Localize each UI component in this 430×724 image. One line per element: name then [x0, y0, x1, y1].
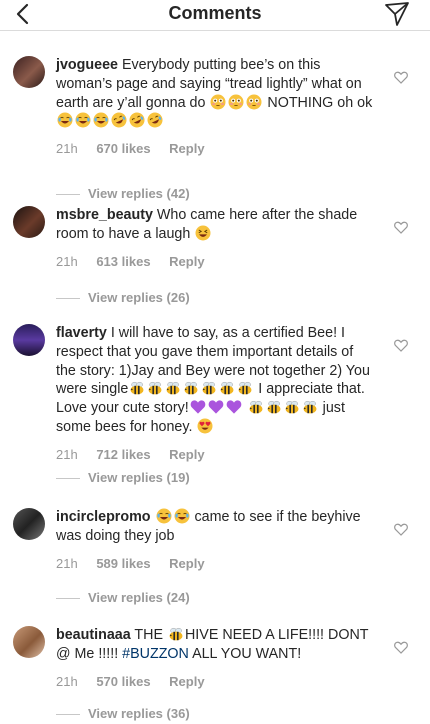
like-heart-icon[interactable]: [394, 339, 408, 352]
purple-heart-emoji-icon: [226, 399, 242, 415]
comment-body: incirclepromo came to see if the beyhive…: [56, 508, 374, 571]
flushed-emoji-icon: [210, 94, 226, 110]
reply-button[interactable]: Reply: [169, 447, 204, 462]
view-replies-label: View replies (42): [88, 186, 190, 201]
likes-count[interactable]: 570 likes: [96, 674, 150, 689]
likes-count[interactable]: 712 likes: [96, 447, 150, 462]
likes-count[interactable]: 613 likes: [96, 254, 150, 269]
flushed-emoji-icon: [228, 94, 244, 110]
direct-message-icon[interactable]: [384, 1, 410, 27]
comment-content: I will have to say, as a certified Bee! …: [56, 325, 370, 435]
avatar[interactable]: [13, 626, 45, 658]
comment-text: beautinaaa THE HIVE NEED A LIFE!!!! DONT…: [56, 626, 374, 664]
bee-emoji-icon: [266, 399, 282, 415]
view-replies-label: View replies (36): [88, 706, 190, 721]
comment-body: flaverty I will have to say, as a certif…: [56, 324, 374, 462]
comment-body: msbre_beauty Who came here after the sha…: [56, 206, 374, 269]
hashtag-link[interactable]: #BUZZON: [122, 646, 189, 662]
comment-username[interactable]: flaverty: [56, 325, 107, 341]
bee-emoji-icon: [284, 399, 300, 415]
rofl-emoji-icon: [147, 112, 163, 128]
page-title: Comments: [168, 3, 262, 23]
joy-emoji-icon: [57, 112, 73, 128]
reply-button[interactable]: Reply: [169, 674, 204, 689]
replies-divider: [56, 194, 80, 195]
view-replies-label: View replies (26): [88, 290, 190, 305]
flushed-emoji-icon: [246, 94, 262, 110]
purple-heart-emoji-icon: [190, 399, 206, 415]
reply-button[interactable]: Reply: [169, 556, 204, 571]
avatar[interactable]: [13, 56, 45, 88]
bee-emoji-icon: [183, 380, 199, 396]
bee-emoji-icon: [201, 380, 217, 396]
likes-count[interactable]: 589 likes: [96, 556, 150, 571]
joy-emoji-icon: [75, 112, 91, 128]
rofl-emoji-icon: [129, 112, 145, 128]
comment-meta: 21h 570 likes Reply: [56, 674, 374, 689]
bee-emoji-icon: [219, 380, 235, 396]
likes-count[interactable]: 670 likes: [96, 141, 150, 156]
comment-username[interactable]: incirclepromo: [56, 509, 151, 525]
like-heart-icon[interactable]: [394, 221, 408, 234]
replies-divider: [56, 478, 80, 479]
comment-text: jvogueee Everybody putting bee’s on this…: [56, 56, 374, 131]
like-heart-icon[interactable]: [394, 641, 408, 654]
rofl-emoji-icon: [111, 112, 127, 128]
bee-emoji-icon: [165, 380, 181, 396]
comment-time: 21h: [56, 446, 78, 462]
bee-emoji-icon: [248, 399, 264, 415]
comment-meta: 21h 589 likes Reply: [56, 556, 374, 571]
comment-time: 21h: [56, 141, 78, 157]
like-heart-icon[interactable]: [394, 71, 408, 84]
bee-emoji-icon: [302, 399, 318, 415]
comment-time: 21h: [56, 253, 78, 269]
comment-time: 21h: [56, 555, 78, 571]
joy-emoji-icon: [156, 508, 172, 524]
comment-text: msbre_beauty Who came here after the sha…: [56, 206, 374, 244]
comment-username[interactable]: jvogueee: [56, 57, 118, 73]
replies-divider: [56, 714, 80, 715]
comment-meta: 21h 670 likes Reply: [56, 141, 374, 156]
comment-time: 21h: [56, 673, 78, 689]
bee-emoji-icon: [129, 380, 145, 396]
comment-meta: 21h 712 likes Reply: [56, 447, 374, 462]
reply-button[interactable]: Reply: [169, 141, 204, 156]
purple-heart-emoji-icon: [208, 399, 224, 415]
replies-divider: [56, 598, 80, 599]
joy-emoji-icon: [174, 508, 190, 524]
comment-body: jvogueee Everybody putting bee’s on this…: [56, 56, 374, 156]
bee-emoji-icon: [168, 626, 184, 642]
heart-eyes-emoji-icon: [197, 418, 213, 434]
view-replies-label: View replies (24): [88, 590, 190, 605]
comment-body: beautinaaa THE HIVE NEED A LIFE!!!! DONT…: [56, 626, 374, 689]
bee-emoji-icon: [147, 380, 163, 396]
comment-meta: 21h 613 likes Reply: [56, 254, 374, 269]
comment-text: flaverty I will have to say, as a certif…: [56, 324, 374, 437]
like-heart-icon[interactable]: [394, 523, 408, 536]
comment-username[interactable]: beautinaaa: [56, 627, 131, 643]
replies-divider: [56, 298, 80, 299]
comment-username[interactable]: msbre_beauty: [56, 207, 153, 223]
bee-emoji-icon: [237, 380, 253, 396]
avatar[interactable]: [13, 508, 45, 540]
avatar[interactable]: [13, 206, 45, 238]
avatar[interactable]: [13, 324, 45, 356]
laughing-emoji-icon: [195, 225, 211, 241]
header-bar: Comments: [0, 0, 430, 31]
comment-text: incirclepromo came to see if the beyhive…: [56, 508, 374, 546]
reply-button[interactable]: Reply: [169, 254, 204, 269]
view-replies-label: View replies (19): [88, 470, 190, 485]
joy-emoji-icon: [93, 112, 109, 128]
